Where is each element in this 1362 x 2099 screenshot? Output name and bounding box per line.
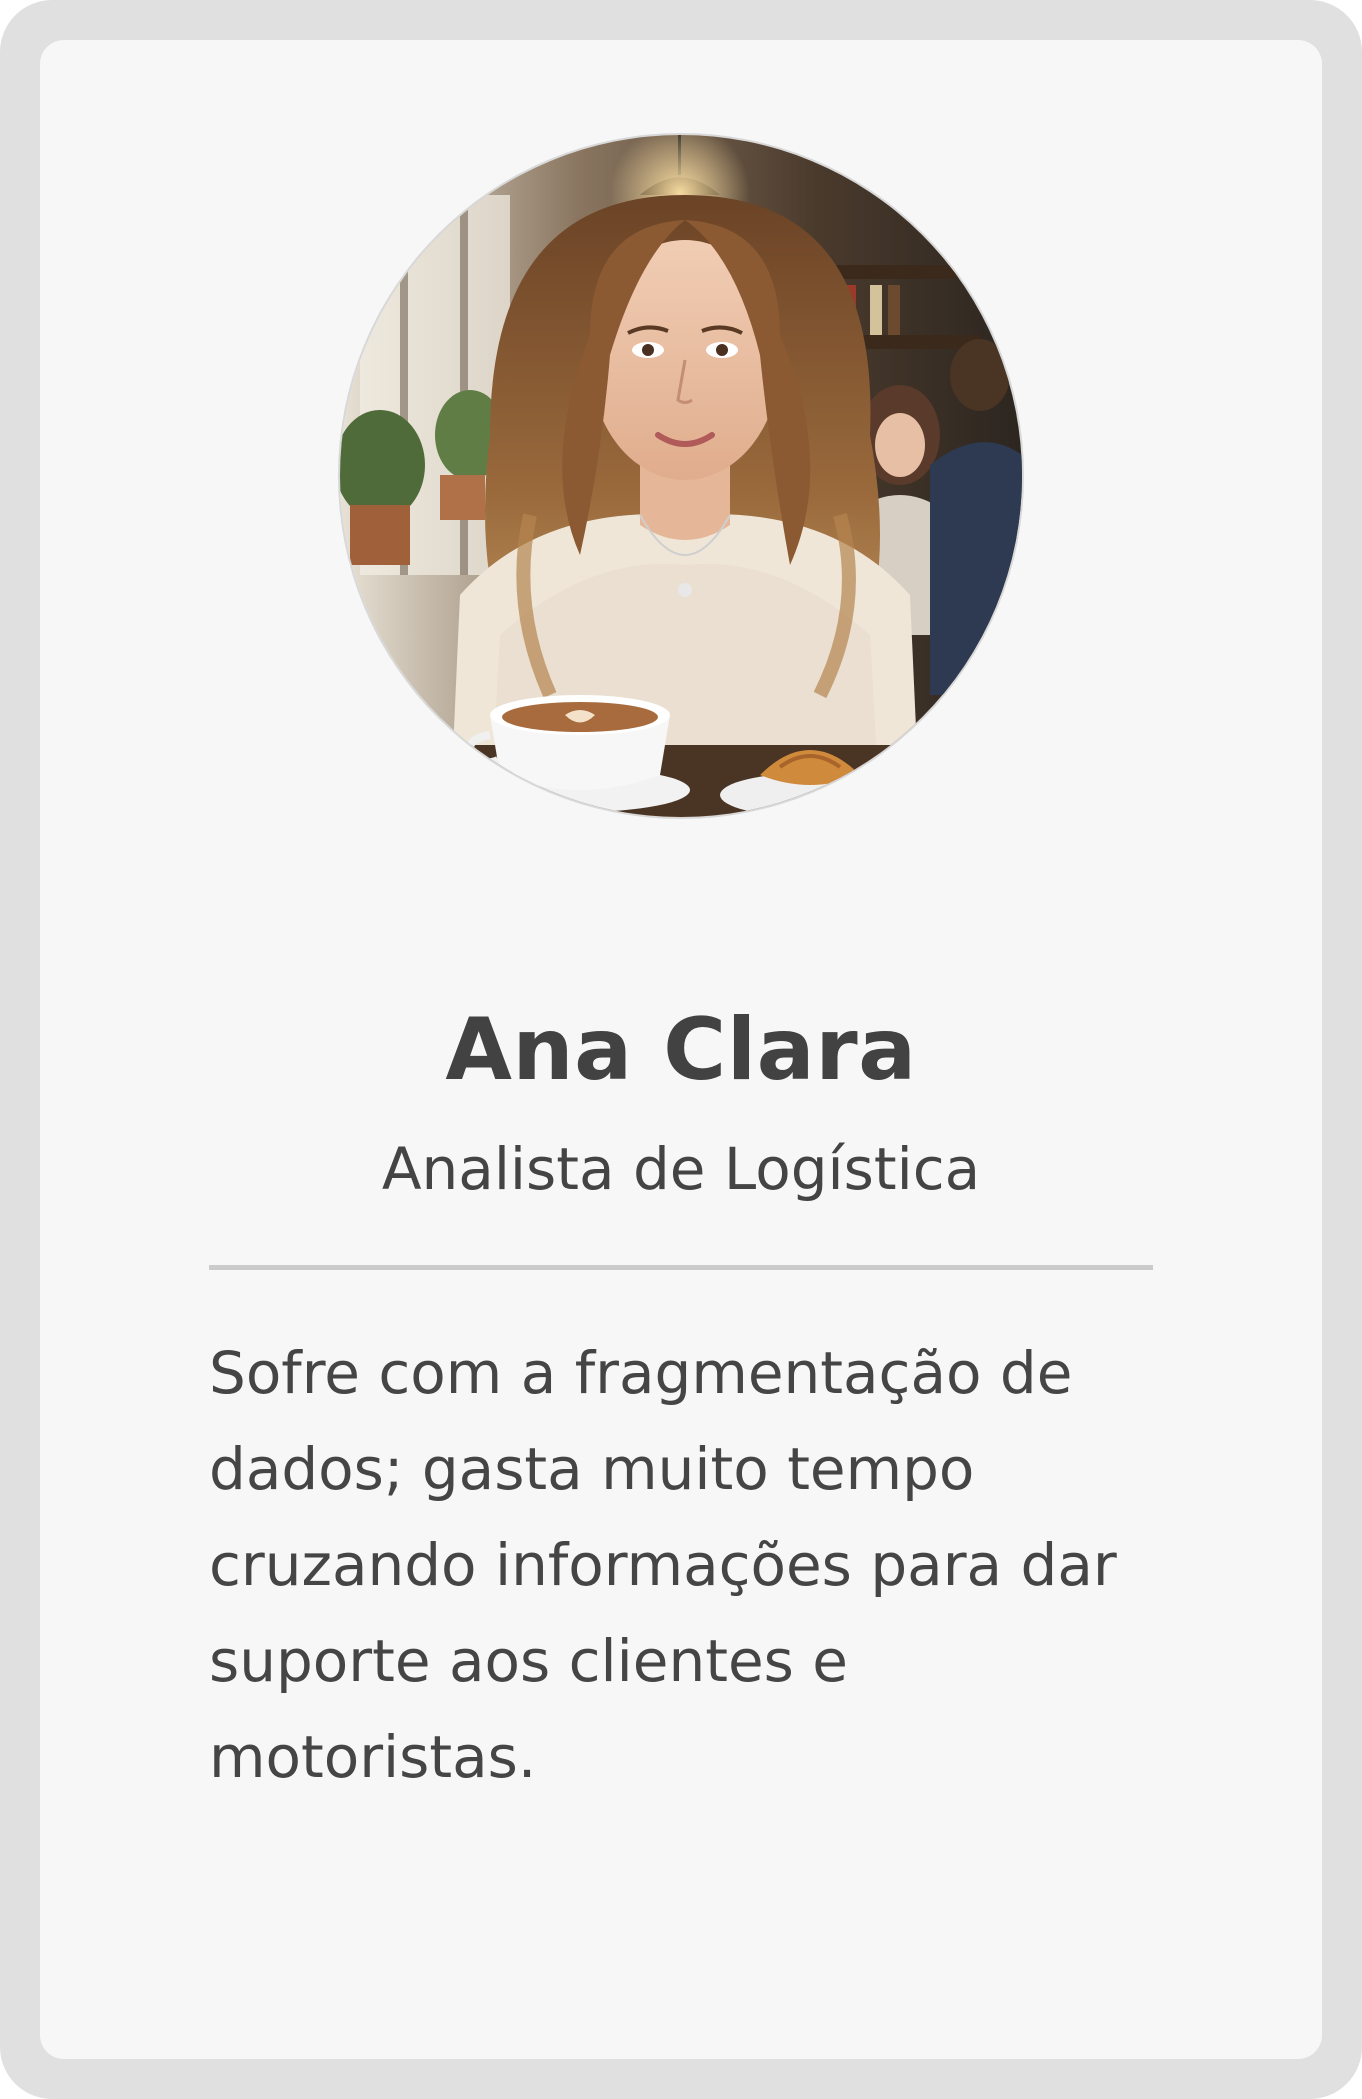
- persona-name: Ana Clara: [445, 1000, 917, 1100]
- card-frame: Ana Clara Analista de Logística Sofre co…: [0, 0, 1362, 2099]
- persona-description: Sofre com a fragmentação de dados; gasta…: [209, 1339, 1117, 1791]
- divider: [209, 1265, 1153, 1270]
- persona-card: Ana Clara Analista de Logística Sofre co…: [40, 40, 1322, 2059]
- person-photo-icon: [340, 135, 1022, 817]
- avatar: [340, 135, 1022, 817]
- persona-role: Analista de Logística: [381, 1135, 981, 1203]
